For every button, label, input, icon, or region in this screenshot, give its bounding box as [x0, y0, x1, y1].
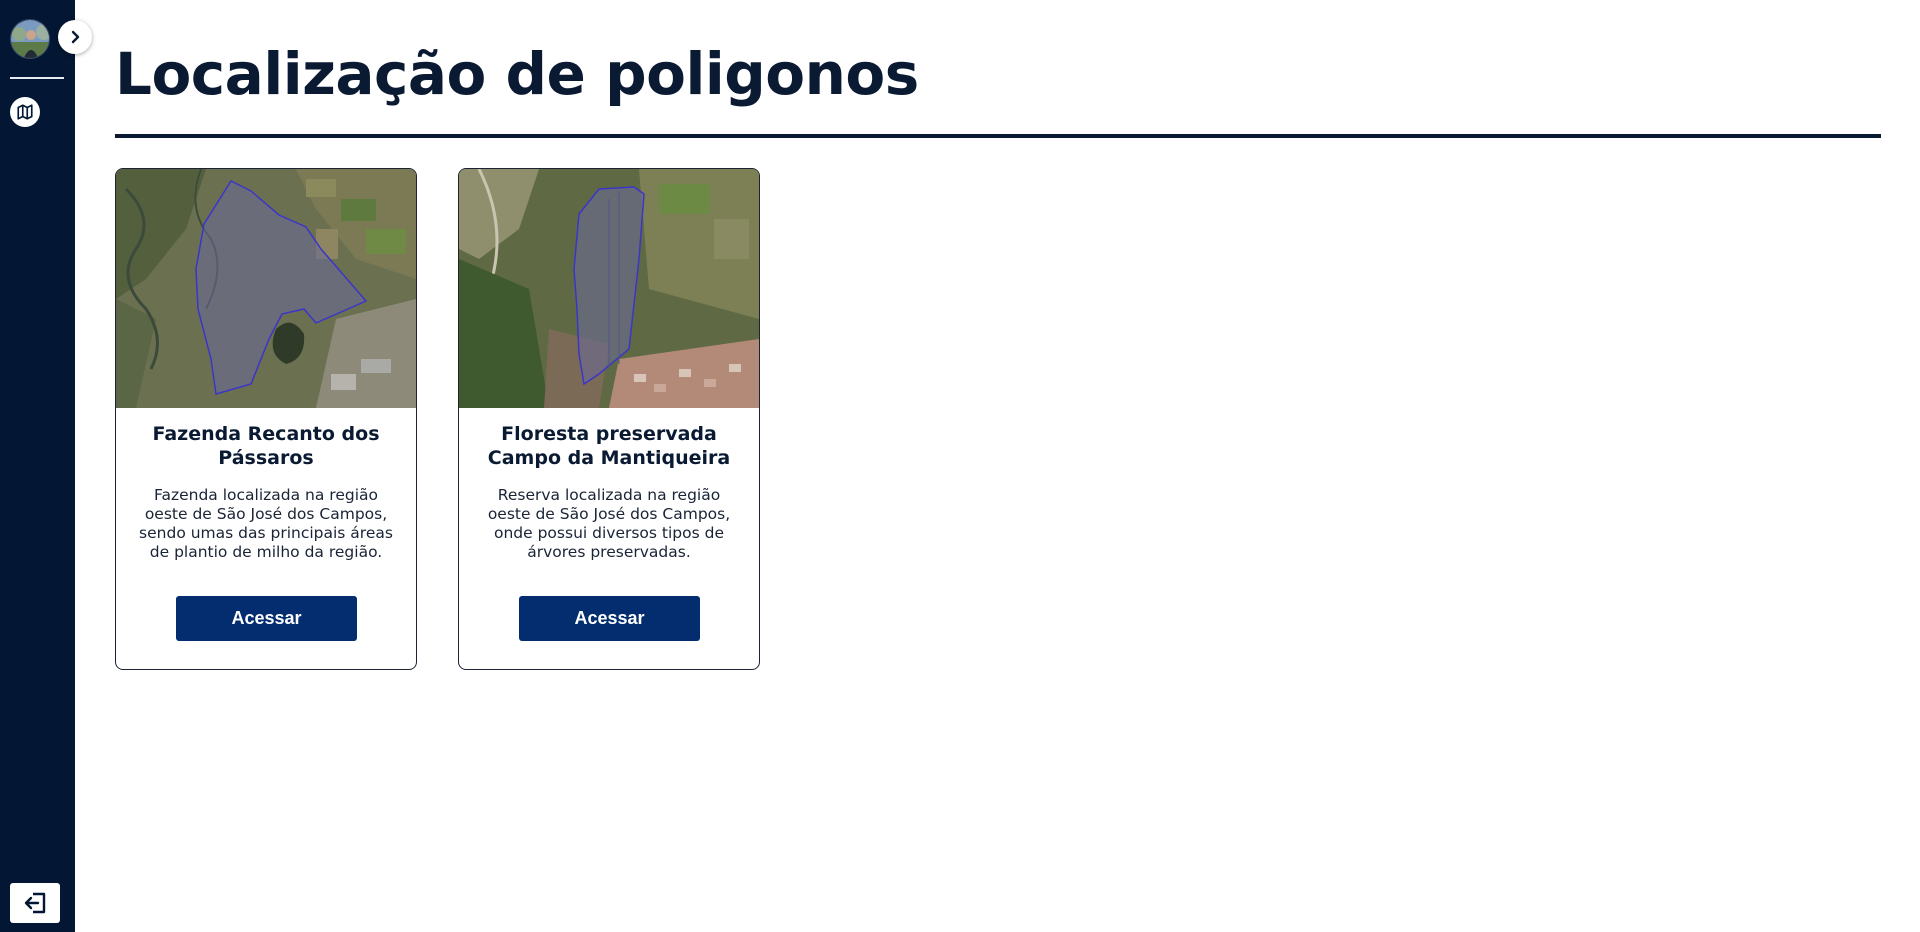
satellite-map-image	[116, 169, 416, 408]
card-title: Floresta preservada Campo da Mantiqueira	[487, 423, 731, 469]
avatar-image	[11, 20, 49, 58]
map-nav-button[interactable]	[10, 97, 40, 127]
avatar[interactable]	[10, 19, 50, 59]
access-button[interactable]: Acessar	[176, 596, 357, 641]
sidebar	[0, 0, 75, 932]
logout-button[interactable]	[10, 883, 60, 923]
card-description: Reserva localizada na região oeste de Sã…	[487, 486, 731, 561]
logout-icon	[24, 892, 46, 914]
card-description: Fazenda localizada na região oeste de Sã…	[139, 486, 393, 561]
polygon-card: Floresta preservada Campo da Mantiqueira…	[458, 168, 760, 670]
page-title: Localização de poligonos	[115, 40, 919, 108]
title-divider	[115, 134, 1881, 138]
card-title: Fazenda Recanto dos Pássaros	[152, 423, 380, 469]
polygon-card: Fazenda Recanto dos Pássaros Fazenda loc…	[115, 168, 417, 670]
sidebar-divider	[10, 77, 64, 79]
chevron-right-icon	[71, 30, 80, 44]
access-button[interactable]: Acessar	[519, 596, 700, 641]
satellite-map-image	[459, 169, 759, 408]
expand-sidebar-button[interactable]	[58, 20, 92, 54]
map-icon	[17, 104, 33, 120]
